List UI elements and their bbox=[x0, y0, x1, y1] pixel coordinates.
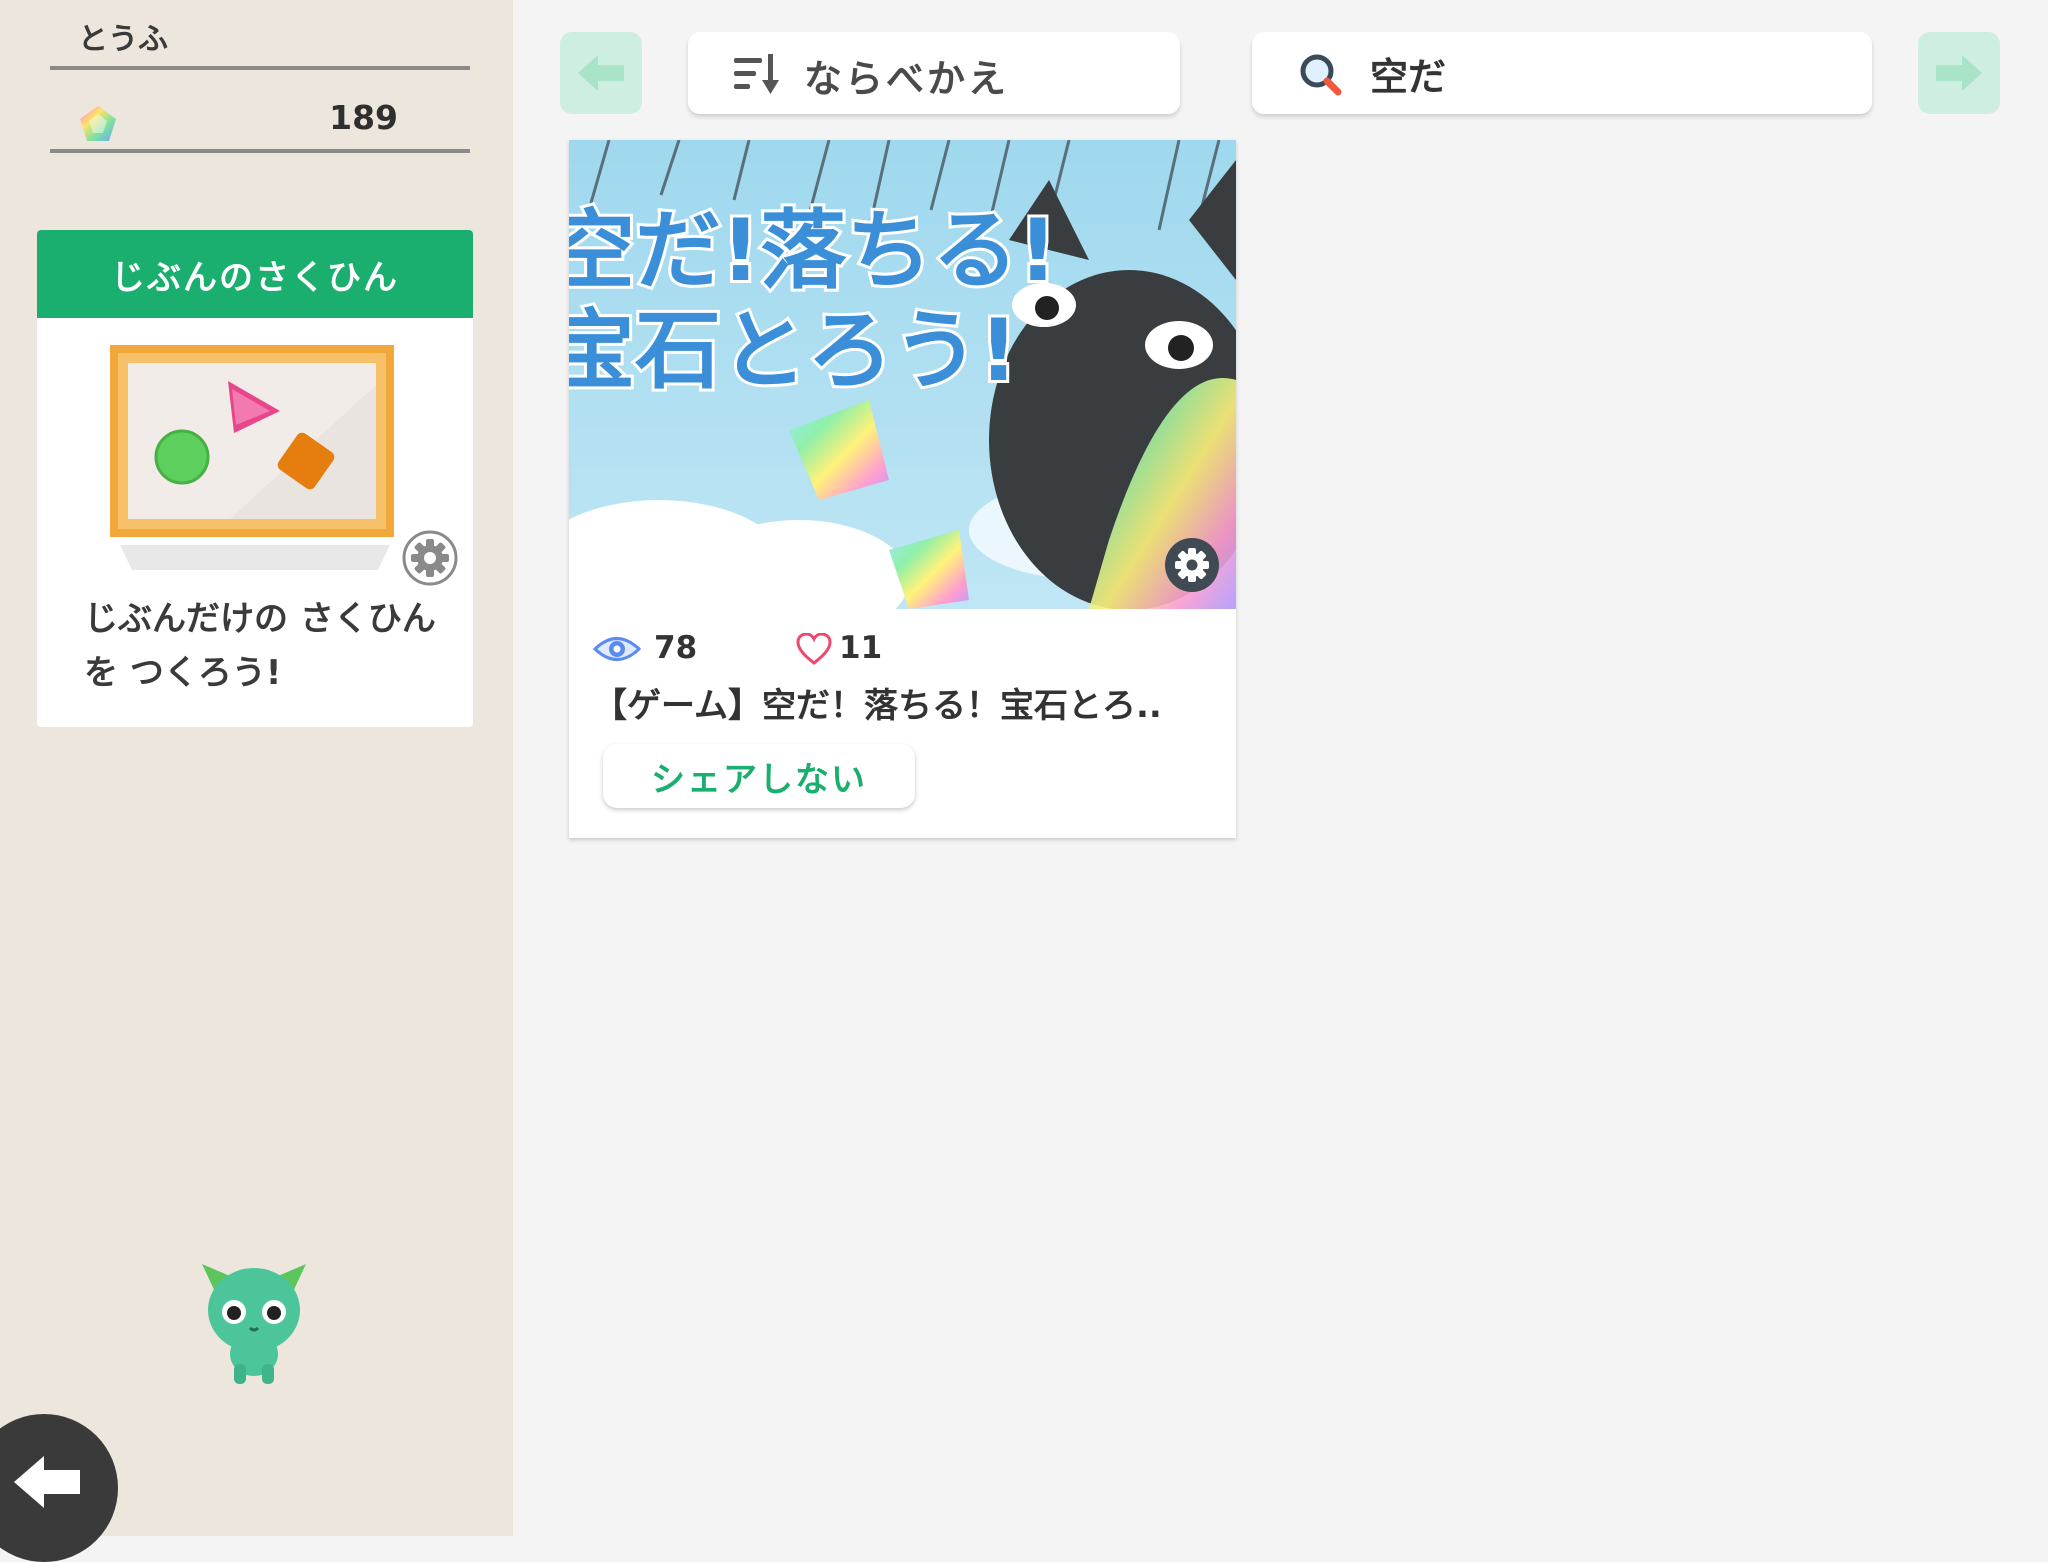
back-arrow-icon bbox=[14, 1456, 80, 1508]
back-button[interactable] bbox=[0, 1414, 118, 1562]
thumbnail-text-line1: 空だ!落ちる! bbox=[569, 201, 1057, 301]
search-box[interactable] bbox=[1252, 32, 1872, 114]
gear-icon[interactable] bbox=[1164, 537, 1220, 593]
sort-label: ならべかえ bbox=[804, 57, 1010, 101]
mascot-icon bbox=[202, 1264, 306, 1384]
sidebar: とうふ 189 じぶんのさくひん じぶんだけの さくひんを つくろう! bbox=[0, 0, 513, 1562]
next-page-button[interactable] bbox=[1918, 32, 2000, 114]
like-count: 11 bbox=[839, 630, 883, 666]
username: とうふ bbox=[78, 22, 168, 57]
left-arrow-icon bbox=[578, 55, 624, 91]
search-input[interactable] bbox=[1370, 46, 1840, 100]
divider bbox=[50, 149, 470, 153]
my-works-description: じぶんだけの さくひんを つくろう! bbox=[84, 599, 436, 693]
previous-page-button[interactable] bbox=[560, 32, 642, 114]
unshare-button[interactable]: シェアしない bbox=[603, 744, 915, 808]
my-works-header[interactable]: じぶんのさくひん bbox=[37, 230, 473, 318]
thumbnail-text-line2: 宝石とろう! bbox=[569, 301, 1018, 401]
search-icon bbox=[1300, 54, 1342, 96]
my-works-card[interactable]: じぶんのさくひん じぶんだけの さくひんを つくろう! bbox=[37, 230, 473, 727]
gem-count: 189 bbox=[329, 98, 398, 137]
eye-icon bbox=[593, 637, 641, 661]
gem-icon bbox=[80, 106, 116, 141]
gem-balance: 189 bbox=[78, 98, 398, 148]
project-title[interactable]: 【ゲーム】空だ！落ちる！宝石とろ.. bbox=[593, 678, 1223, 727]
project-card[interactable]: 空だ!落ちる! 宝石とろう! 78 11 【ゲーム】空だ！落ちる！宝石とろ.. … bbox=[569, 140, 1236, 838]
sort-icon bbox=[734, 54, 779, 94]
gear-icon[interactable] bbox=[402, 530, 458, 586]
sort-button[interactable]: ならべかえ bbox=[688, 32, 1180, 114]
picture-frame-icon bbox=[110, 345, 394, 570]
divider bbox=[50, 66, 470, 70]
heart-icon[interactable] bbox=[796, 633, 832, 665]
view-count: 78 bbox=[654, 630, 698, 666]
project-thumbnail[interactable]: 空だ!落ちる! 宝石とろう! bbox=[569, 140, 1236, 609]
right-arrow-icon bbox=[1936, 55, 1982, 91]
